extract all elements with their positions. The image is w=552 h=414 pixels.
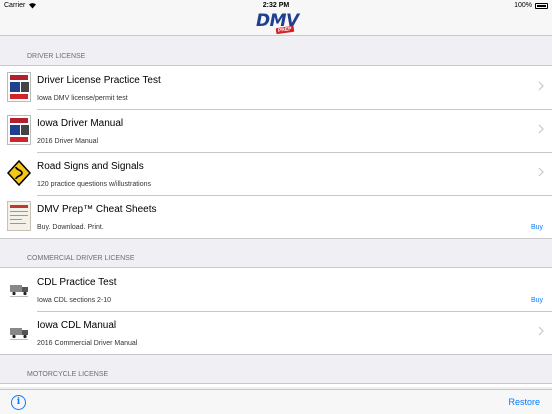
row-iowa-cdl-manual[interactable]: Iowa CDL Manual 2016 Commercial Driver M… (0, 311, 552, 354)
section-list-motorcycle-license (0, 383, 552, 387)
truck-icon (7, 274, 31, 304)
cheat-sheet-icon (7, 201, 31, 231)
dmv-prep-logo: DMV PREP (256, 11, 299, 35)
battery-percent: 100% (514, 2, 532, 9)
battery-icon (535, 3, 548, 9)
winding-road-sign-icon (7, 159, 31, 187)
bottom-toolbar: i Restore (0, 389, 552, 414)
truck-icon (7, 317, 31, 347)
row-title: CDL Practice Test (37, 277, 117, 288)
status-time: 2:32 PM (262, 2, 290, 9)
restore-button[interactable]: Restore (508, 397, 540, 407)
chevron-right-icon (538, 326, 544, 336)
row-subtitle: Iowa DMV license/permit test (37, 95, 128, 102)
navigation-bar: DMV PREP (0, 11, 552, 36)
table-view[interactable]: DRIVER LICENSE Driver License Practice T… (0, 37, 552, 387)
section-list-driver-license: Driver License Practice Test Iowa DMV li… (0, 65, 552, 239)
row-cdl-practice-test[interactable]: CDL Practice Test Iowa CDL sections 2-10… (0, 268, 552, 311)
row-dmv-prep-cheat-sheets[interactable]: DMV Prep™ Cheat Sheets Buy. Download. Pr… (0, 195, 552, 238)
book-cover-icon (7, 115, 31, 145)
book-cover-icon (7, 72, 31, 102)
row-title: Driver License Practice Test (37, 75, 161, 86)
section-header-commercial-driver-license: COMMERCIAL DRIVER LICENSE (27, 255, 135, 262)
row-subtitle: Iowa CDL sections 2-10 (37, 297, 112, 304)
row-road-signs-and-signals[interactable]: Road Signs and Signals 120 practice ques… (0, 152, 552, 195)
row-subtitle: 2016 Commercial Driver Manual (37, 340, 138, 347)
info-icon[interactable]: i (11, 395, 26, 410)
row-subtitle: 2016 Driver Manual (37, 138, 99, 145)
chevron-right-icon (538, 167, 544, 177)
buy-button[interactable]: Buy (531, 224, 543, 231)
row-driver-license-practice-test[interactable]: Driver License Practice Test Iowa DMV li… (0, 66, 552, 109)
chevron-right-icon (538, 124, 544, 134)
row-title: Road Signs and Signals (37, 161, 144, 172)
row-title: Iowa Driver Manual (37, 118, 124, 129)
section-list-commercial-driver-license: CDL Practice Test Iowa CDL sections 2-10… (0, 267, 552, 355)
row-subtitle: Buy. Download. Print. (37, 224, 104, 231)
row-subtitle: 120 practice questions w/illustrations (37, 181, 152, 188)
row-title: Iowa CDL Manual (37, 320, 117, 331)
row-iowa-driver-manual[interactable]: Iowa Driver Manual 2016 Driver Manual (0, 109, 552, 152)
logo-badge: PREP (276, 25, 295, 35)
section-header-motorcycle-license: MOTORCYCLE LICENSE (27, 371, 109, 378)
chevron-right-icon (538, 81, 544, 91)
buy-button[interactable]: Buy (531, 297, 543, 304)
row-title: DMV Prep™ Cheat Sheets (37, 204, 157, 215)
section-header-driver-license: DRIVER LICENSE (27, 53, 86, 60)
